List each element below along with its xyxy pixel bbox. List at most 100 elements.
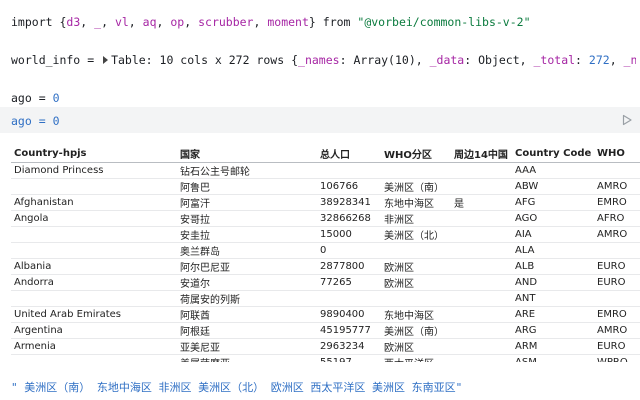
ago-source-editor[interactable]: ago = 0 bbox=[11, 114, 60, 128]
table-cell: 阿尔巴尼亚 bbox=[177, 258, 317, 275]
table-cell: Argentina bbox=[11, 322, 177, 339]
table-cell: 32866268 bbox=[317, 210, 381, 227]
table-row: 奥兰群岛 0 ALA bbox=[11, 242, 640, 259]
table-row: Diamond Princess 钻石公主号邮轮 AAA bbox=[11, 162, 640, 179]
table-cell: 荷属安的列斯 bbox=[177, 290, 317, 307]
table-cell bbox=[317, 290, 381, 307]
table-cell: 2963234 bbox=[317, 338, 381, 355]
table-cell: ABW bbox=[512, 178, 594, 195]
table-cell: 钻石公主号邮轮 bbox=[177, 162, 317, 179]
world-info-cell[interactable]: world_info = Table: 10 cols x 272 rows {… bbox=[11, 53, 636, 67]
table-cell: ARE bbox=[512, 306, 594, 323]
table-cell: 美洲区（北） bbox=[381, 226, 451, 243]
import-name-4: op bbox=[170, 15, 185, 29]
table-cell: ANT bbox=[512, 290, 594, 307]
table-cell: 东地中海区 bbox=[381, 306, 451, 323]
table-cell: 106766 bbox=[317, 178, 381, 195]
table-cell bbox=[451, 162, 512, 179]
import-name-3: aq bbox=[142, 15, 157, 29]
from-keyword: from bbox=[322, 15, 351, 29]
ago-value: 0 bbox=[52, 91, 60, 105]
import-keyword: import bbox=[11, 15, 53, 29]
column-header[interactable]: WHO bbox=[594, 144, 640, 163]
table-cell bbox=[594, 242, 640, 259]
table-cell: AMRO bbox=[594, 178, 640, 195]
table-cell: AGO bbox=[512, 210, 594, 227]
ago-source-name: ago bbox=[11, 114, 32, 128]
table-cell: 77265 bbox=[317, 274, 381, 291]
table-cell bbox=[11, 290, 177, 307]
table-cell: 0 bbox=[317, 242, 381, 259]
table-cell: United Arab Emirates bbox=[11, 306, 177, 323]
table-cell bbox=[451, 290, 512, 307]
table-cell bbox=[317, 162, 381, 179]
table-cell: ALB bbox=[512, 258, 594, 275]
ago-source-eq: = bbox=[38, 114, 46, 128]
table-cell bbox=[11, 242, 177, 259]
play-icon[interactable] bbox=[621, 114, 633, 126]
column-header[interactable]: Country Code bbox=[512, 144, 594, 163]
table-cell: WPRO bbox=[594, 354, 640, 362]
ago-cell[interactable]: ago = 0 bbox=[11, 91, 60, 105]
table-cell: ARG bbox=[512, 322, 594, 339]
table-cell: 阿联酋 bbox=[177, 306, 317, 323]
table-cell: ALA bbox=[512, 242, 594, 259]
import-cell[interactable]: import {d3, _, vl, aq, op, scrubber, mom… bbox=[11, 15, 531, 29]
table-cell bbox=[451, 258, 512, 275]
import-rbrace: } bbox=[308, 15, 316, 29]
table-cell: EMRO bbox=[594, 194, 640, 211]
table-cell bbox=[381, 242, 451, 259]
table-cell bbox=[11, 354, 177, 362]
table-cell: 15000 bbox=[317, 226, 381, 243]
table-row: Afghanistan 阿富汗 38928341 东地中海区是 AFG EMRO bbox=[11, 194, 640, 211]
table-row: 阿鲁巴 106766 美洲区（南） ABW AMRO bbox=[11, 178, 640, 195]
column-header[interactable]: 国家 bbox=[177, 144, 317, 163]
table-cell: 东地中海区 bbox=[381, 194, 451, 211]
table-cell: 45195777 bbox=[317, 322, 381, 339]
table-cell: 美洲区（南） bbox=[381, 322, 451, 339]
ago-eq: = bbox=[38, 91, 46, 105]
world-info-val-data: Object bbox=[478, 53, 520, 67]
table-cell: Andorra bbox=[11, 274, 177, 291]
output-string: " 美洲区（南） 东地中海区 非洲区 美洲区（北） 欧洲区 西太平洋区 美洲区 … bbox=[11, 381, 463, 394]
table-cell: Albania bbox=[11, 258, 177, 275]
table-cell: 欧洲区 bbox=[381, 258, 451, 275]
table-cell: 阿富汗 bbox=[177, 194, 317, 211]
world-info-open: { bbox=[291, 53, 299, 67]
column-header[interactable]: 总人口 bbox=[317, 144, 381, 163]
import-name-1: _ bbox=[94, 15, 102, 29]
table-cell: 安哥拉 bbox=[177, 210, 317, 227]
world-info-val-total: 272 bbox=[588, 53, 610, 67]
table-cell: Armenia bbox=[11, 338, 177, 355]
table-row: Armenia 亚美尼亚 2963234 欧洲区 ARM EURO bbox=[11, 338, 640, 355]
world-info-key-nrows: _nrows bbox=[623, 53, 636, 67]
table-cell: EURO bbox=[594, 338, 640, 355]
table-cell: 奥兰群岛 bbox=[177, 242, 317, 259]
table-cell bbox=[451, 322, 512, 339]
table-cell bbox=[451, 178, 512, 195]
table-cell bbox=[451, 226, 512, 243]
import-name-5: scrubber bbox=[198, 15, 254, 29]
table-cell: AFG bbox=[512, 194, 594, 211]
table-cell: ARM bbox=[512, 338, 594, 355]
world-info-val-names: Array(10) bbox=[353, 53, 416, 67]
import-name-6: moment bbox=[267, 15, 309, 29]
table-cell bbox=[451, 306, 512, 323]
table-header-row: Country-hpjs 国家 总人口 WHO分区 周边14中国 Country… bbox=[11, 144, 640, 163]
table-cell: EURO bbox=[594, 258, 640, 275]
world-info-key-total: _total bbox=[533, 53, 576, 67]
import-name-0: d3 bbox=[66, 15, 81, 29]
table-row: Argentina 阿根廷 45195777 美洲区（南） ARG AMRO bbox=[11, 322, 640, 339]
table-cell bbox=[451, 210, 512, 227]
table-cell: 非洲区 bbox=[381, 210, 451, 227]
column-header[interactable]: Country-hpjs bbox=[11, 144, 177, 163]
table-cell bbox=[451, 354, 512, 362]
focused-cell-band[interactable] bbox=[0, 107, 640, 133]
table-cell bbox=[451, 242, 512, 259]
table-row: Albania 阿尔巴尼亚 2877800 欧洲区 ALB EURO bbox=[11, 258, 640, 275]
column-header[interactable]: 周边14中国 bbox=[451, 144, 512, 163]
table-cell: 阿鲁巴 bbox=[177, 178, 317, 195]
column-header[interactable]: WHO分区 bbox=[381, 144, 451, 163]
disclosure-triangle-icon[interactable] bbox=[103, 56, 109, 64]
table-cell: ASM bbox=[512, 354, 594, 362]
